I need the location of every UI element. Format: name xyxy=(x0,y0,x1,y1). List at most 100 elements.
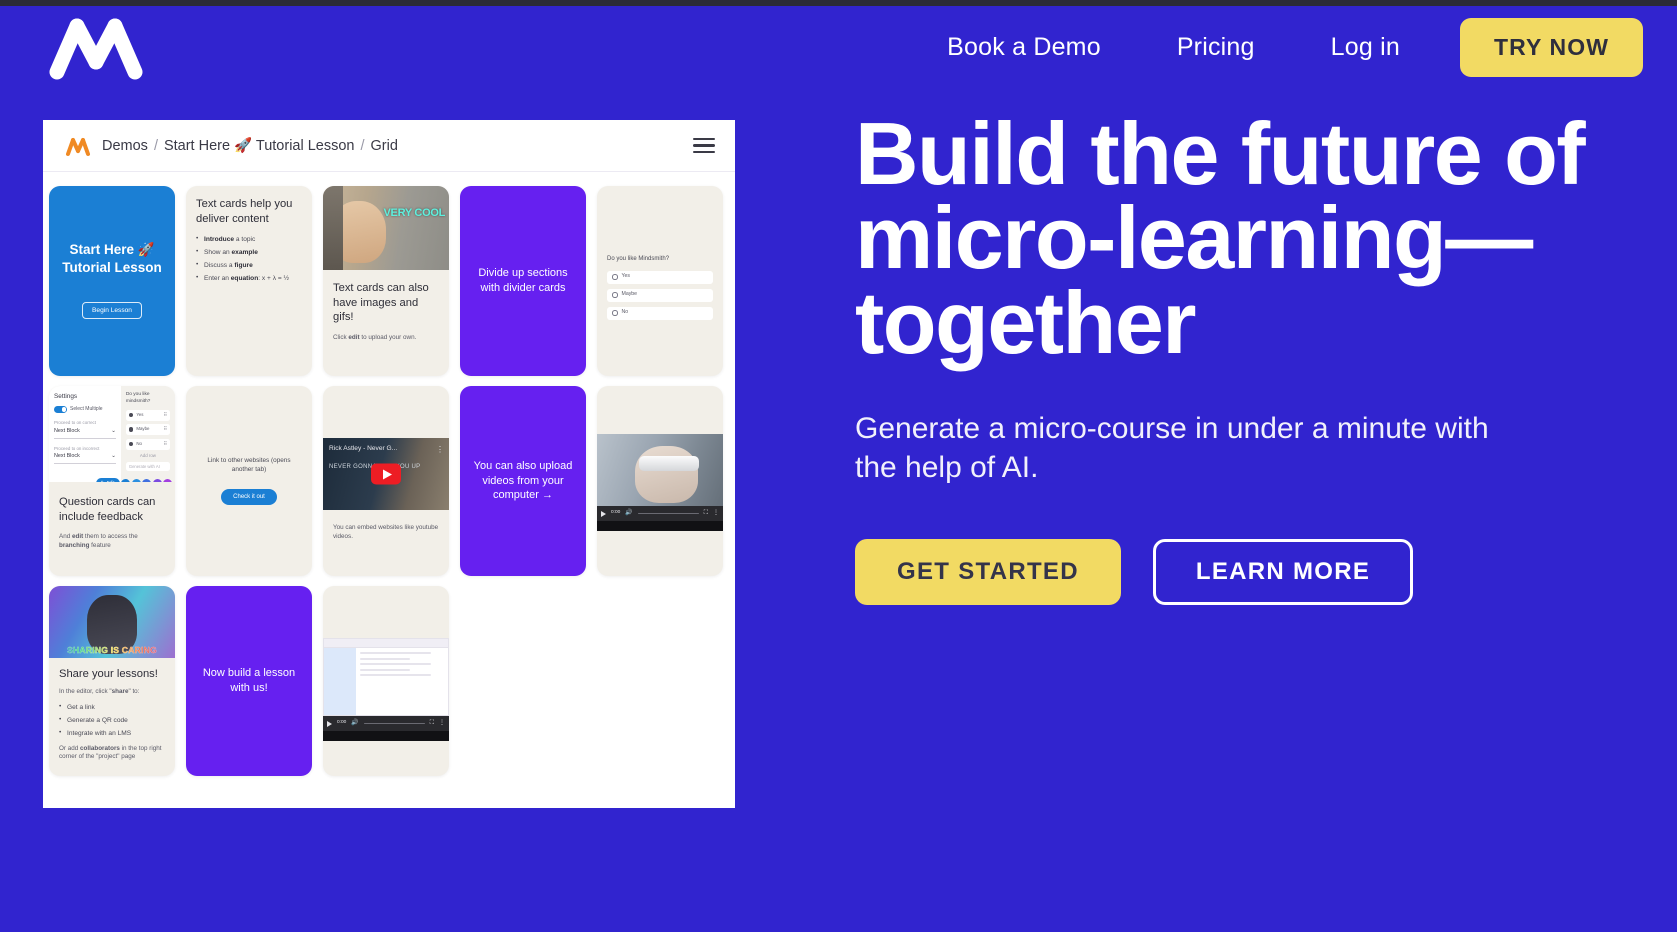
card-caption: You can embed websites like youtube vide… xyxy=(333,524,439,540)
play-icon[interactable] xyxy=(601,510,606,517)
card-toolbar[interactable]: ✎Edit xyxy=(95,478,172,482)
fullscreen-icon[interactable]: ⛶ xyxy=(430,719,434,728)
card-link[interactable]: Link to other websites (opens another ta… xyxy=(186,386,312,576)
learn-more-button[interactable]: LEARN MORE xyxy=(1152,539,1414,606)
card-build-lesson-divider[interactable]: Now build a lesson with us! xyxy=(186,586,312,776)
progress-bar[interactable] xyxy=(637,512,699,515)
card-upload-video-divider[interactable]: You can also upload videos from your com… xyxy=(460,386,586,576)
check-it-out-button[interactable]: Check it out xyxy=(221,488,277,505)
card-divider[interactable]: Divide up sections with divider cards xyxy=(460,186,586,376)
volume-icon[interactable]: 🔊 xyxy=(351,719,358,728)
breadcrumb-item-grid[interactable]: Grid xyxy=(371,138,398,154)
card-question-feedback[interactable]: Settings Select Multiple Proceed to on c… xyxy=(49,386,175,576)
divider-text: Now build a lesson with us! xyxy=(202,667,296,694)
hero-cta-group: GET STARTED LEARN MORE xyxy=(855,539,1645,606)
drag-handle-icon[interactable]: ⠿ xyxy=(164,426,167,432)
panel-question: Do you like mindsmith? xyxy=(125,392,151,404)
try-now-button[interactable]: TRY NOW xyxy=(1459,17,1643,77)
breadcrumb-item-lesson[interactable]: Start Here 🚀 Tutorial Lesson xyxy=(164,137,355,154)
card-youtube-embed[interactable]: Rick Astley - Never G... NEVER GONNA GIV… xyxy=(323,386,449,576)
card-title: Start Here 🚀 Tutorial Lesson xyxy=(62,242,162,275)
progress-bar[interactable] xyxy=(363,722,425,725)
hero-section: Build the future of micro-learning—toget… xyxy=(855,104,1645,606)
bullet-item: Enter an equation: x + λ = ½ xyxy=(196,273,302,283)
ai-generate-input[interactable]: Generate with AI xyxy=(125,462,170,472)
panel-option[interactable]: Maybe ⠿ xyxy=(125,424,170,436)
bullet-item: Introduce a topic xyxy=(196,234,302,244)
document-thumbnail[interactable] xyxy=(323,638,449,716)
play-button-icon[interactable] xyxy=(371,463,401,485)
settings-title: Settings xyxy=(54,393,78,400)
radio-icon xyxy=(612,274,618,280)
toggle-label: Select Multiple xyxy=(70,406,103,413)
panel-option[interactable]: Yes ⠿ xyxy=(125,409,170,421)
get-started-button[interactable]: GET STARTED xyxy=(855,539,1121,606)
field-select[interactable]: Next Block ⌄ xyxy=(54,428,116,439)
card-image-gif[interactable]: VERY COOL Text cards can also have image… xyxy=(323,186,449,376)
toolbar-dot-icon[interactable] xyxy=(163,479,172,482)
panel-option[interactable]: No ⠿ xyxy=(125,438,170,450)
card-bullet-list: Introduce a topic Show an example Discus… xyxy=(196,234,302,283)
hero-title: Build the future of micro-learning—toget… xyxy=(855,104,1586,372)
card-text-cards[interactable]: Text cards help you deliver content Intr… xyxy=(186,186,312,376)
bullet-item: Discuss a figure xyxy=(196,260,302,270)
select-multiple-toggle[interactable]: Select Multiple xyxy=(54,406,116,413)
fullscreen-icon[interactable]: ⛶ xyxy=(704,509,708,518)
toolbar-dot-icon[interactable] xyxy=(121,479,130,482)
mindsmith-logo-icon[interactable] xyxy=(44,10,148,82)
quiz-option[interactable]: Maybe xyxy=(607,288,713,302)
quiz-option-label: Maybe xyxy=(621,291,638,298)
youtube-player[interactable]: Rick Astley - Never G... NEVER GONNA GIV… xyxy=(323,438,449,510)
link-description: Link to other websites (opens another ta… xyxy=(207,457,291,473)
app-header: Demos / Start Here 🚀 Tutorial Lesson / G… xyxy=(43,120,735,172)
card-share-lessons[interactable]: SHARING IS CARING Share your lessons! In… xyxy=(49,586,175,776)
nav-link-log-in[interactable]: Log in xyxy=(1293,33,1438,62)
radio-icon xyxy=(612,310,618,316)
card-quiz[interactable]: Do you like Mindsmith? Yes Maybe No xyxy=(597,186,723,376)
breadcrumb: Demos / Start Here 🚀 Tutorial Lesson / G… xyxy=(102,137,398,155)
correct-target-field[interactable]: Proceed to on correct Next Block ⌄ xyxy=(54,420,116,439)
settings-screenshot: Settings Select Multiple Proceed to on c… xyxy=(49,386,175,482)
drag-handle-icon[interactable]: ⠿ xyxy=(164,412,167,418)
quiz-option[interactable]: Yes xyxy=(607,270,713,284)
play-icon[interactable] xyxy=(327,720,332,727)
nav-link-pricing[interactable]: Pricing xyxy=(1139,33,1293,62)
quiz-option-label: No xyxy=(621,309,629,316)
radio-icon xyxy=(128,427,134,432)
quiz-option[interactable]: No xyxy=(607,306,713,320)
video-time: 0:00 xyxy=(611,510,621,516)
app-logo-icon xyxy=(65,135,91,157)
toolbar-dot-icon[interactable] xyxy=(142,479,151,482)
drag-handle-icon[interactable]: ⠿ xyxy=(164,441,167,447)
video-controls[interactable]: 0:00 🔊 ⛶ ⋮ xyxy=(597,506,723,521)
card-bullet-list: Get a link Generate a QR code Integrate … xyxy=(59,702,165,738)
begin-lesson-button[interactable]: Begin Lesson xyxy=(82,301,142,319)
toolbar-dot-icon[interactable] xyxy=(152,479,162,482)
incorrect-target-field[interactable]: Proceed to on incorrect Next Block ⌄ xyxy=(54,445,116,465)
chevron-down-icon: ⌄ xyxy=(111,453,116,460)
site-navigation: Book a Demo Pricing Log in TRY NOW xyxy=(0,6,1677,88)
more-options-icon[interactable]: ⋮ xyxy=(713,509,719,518)
gif-image: VERY COOL xyxy=(323,186,449,270)
card-vr-video[interactable]: 0:00 🔊 ⛶ ⋮ xyxy=(597,386,723,576)
breadcrumb-item-demos[interactable]: Demos xyxy=(102,138,148,154)
radio-icon xyxy=(612,292,618,298)
add-row-button[interactable]: Add row xyxy=(126,453,170,459)
field-label: Proceed to on incorrect xyxy=(54,445,100,451)
field-select[interactable]: Next Block ⌄ xyxy=(54,453,116,465)
nav-link-book-a-demo[interactable]: Book a Demo xyxy=(909,33,1139,62)
volume-icon[interactable]: 🔊 xyxy=(625,509,632,518)
video-controls[interactable]: 0:00 🔊 ⛶ ⋮ xyxy=(323,716,449,731)
card-doc-video[interactable]: 0:00 🔊 ⛶ ⋮ xyxy=(323,586,449,776)
more-options-icon[interactable]: ⋮ xyxy=(439,719,445,728)
video-thumbnail[interactable] xyxy=(597,434,723,506)
toolbar-dot-icon[interactable] xyxy=(131,479,141,482)
edit-button[interactable]: ✎Edit xyxy=(95,478,120,482)
video-time: 0:00 xyxy=(337,720,347,726)
more-options-icon[interactable]: ⋮ xyxy=(436,444,444,455)
card-start-here[interactable]: Start Here 🚀 Tutorial Lesson Begin Lesso… xyxy=(49,186,175,376)
hamburger-icon[interactable] xyxy=(693,137,715,154)
hero-subtitle: Generate a micro-course in under a minut… xyxy=(855,412,1489,485)
card-heading: Text cards help you deliver content xyxy=(196,198,293,225)
video-title: Rick Astley - Never G... xyxy=(329,445,398,452)
